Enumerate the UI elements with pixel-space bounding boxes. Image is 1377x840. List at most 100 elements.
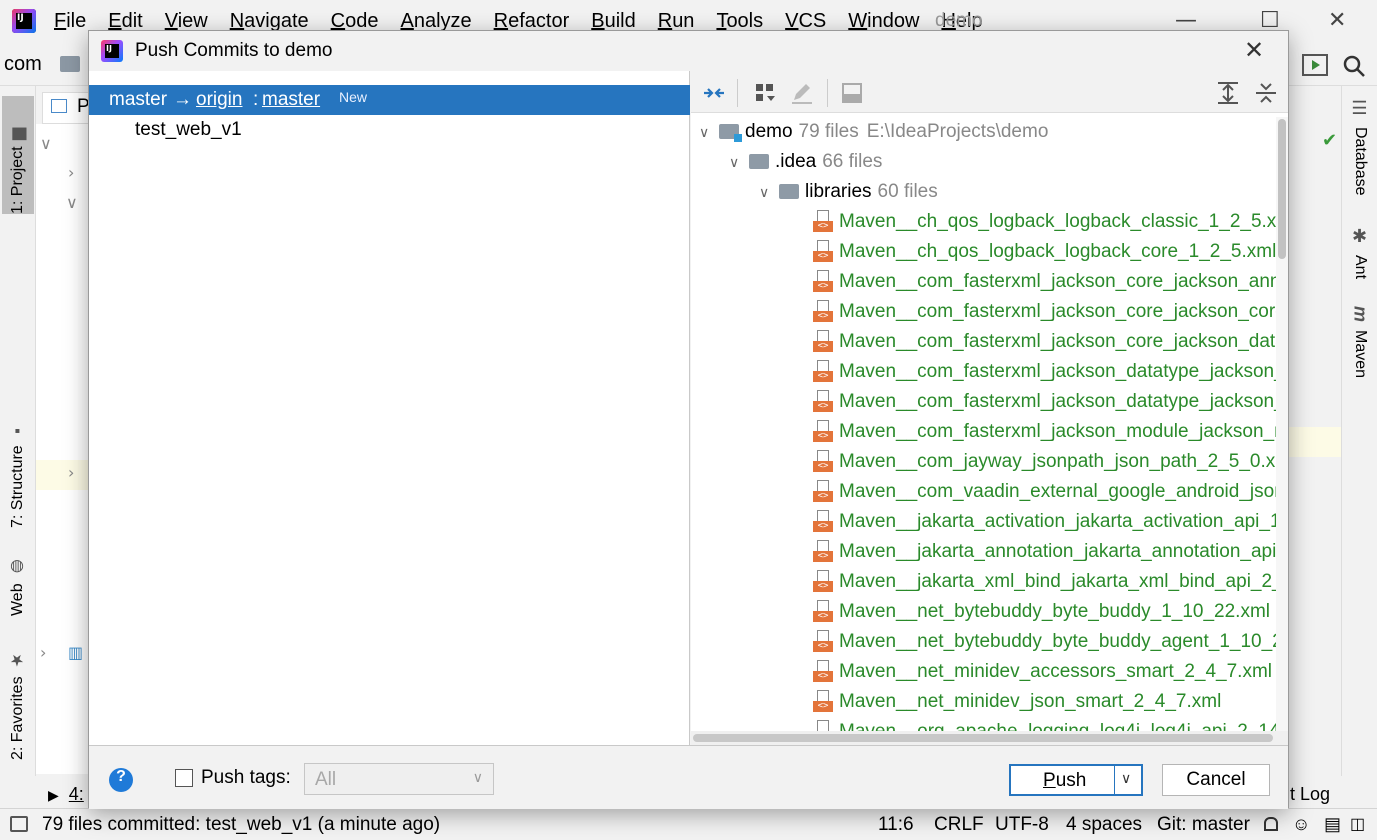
changed-file-row[interactable]: <> Maven__com_fasterxml_jackson_core_jack… bbox=[813, 297, 1276, 327]
changed-file-row[interactable]: <> Maven__com_fasterxml_jackson_datatype_… bbox=[813, 357, 1276, 387]
tab-favorites[interactable]: 2: Favorites ★ bbox=[2, 644, 34, 760]
help-button[interactable]: ? bbox=[109, 768, 133, 792]
chart-icon: ▥ bbox=[68, 643, 84, 662]
vertical-scrollbar[interactable] bbox=[1276, 117, 1288, 731]
commit-item[interactable]: test_web_v1 bbox=[135, 119, 242, 141]
horizontal-scrollbar[interactable] bbox=[691, 731, 1288, 745]
edit-source-icon[interactable] bbox=[789, 80, 815, 106]
menu-item-file[interactable]: File bbox=[54, 10, 86, 33]
collapse-all-icon[interactable] bbox=[1253, 80, 1279, 106]
event-log-tab[interactable]: t Log bbox=[1290, 784, 1330, 805]
changed-file-row[interactable]: <> Maven__com_vaadin_external_google_andr… bbox=[813, 477, 1276, 507]
file-name: Maven__net_bytebuddy_byte_buddy_agent_1_… bbox=[839, 631, 1276, 652]
tab-label: 2: Favorites bbox=[9, 676, 26, 760]
changed-file-row[interactable]: <> Maven__net_bytebuddy_byte_buddy_1_10_2… bbox=[813, 597, 1270, 627]
tab-structure[interactable]: 7: Structure ▪ bbox=[2, 410, 34, 528]
file-icon bbox=[51, 99, 67, 113]
tab-maven[interactable]: m Maven bbox=[1344, 306, 1376, 386]
xml-file-icon: <> bbox=[813, 570, 833, 592]
changed-file-row[interactable]: <> Maven__jakarta_activation_jakarta_acti… bbox=[813, 507, 1276, 537]
tab-ant[interactable]: ✱ Ant bbox=[1344, 226, 1376, 286]
panel-toggle-icon[interactable] bbox=[10, 816, 28, 832]
button-divider bbox=[1114, 766, 1115, 794]
files-toolbar bbox=[691, 71, 1288, 113]
breadcrumb[interactable]: com bbox=[4, 53, 42, 76]
preview-diff-icon[interactable] bbox=[839, 80, 865, 106]
changed-file-row[interactable]: <> Maven__jakarta_xml_bind_jakarta_xml_bi… bbox=[813, 567, 1276, 597]
bottom-tab[interactable]: ▶ 4: bbox=[48, 784, 84, 805]
changed-file-row[interactable]: <> Maven__ch_qos_logback_logback_classic_… bbox=[813, 207, 1276, 237]
changed-file-row[interactable]: <> Maven__com_jayway_jsonpath_json_path_2… bbox=[813, 447, 1276, 477]
changed-file-row[interactable]: <> Maven__com_fasterxml_jackson_core_jack… bbox=[813, 267, 1276, 297]
close-icon[interactable]: ✕ bbox=[1239, 35, 1269, 65]
editor-tab[interactable]: P bbox=[42, 92, 92, 124]
star-icon: ★ bbox=[9, 651, 27, 671]
tab-label: 7: Structure bbox=[9, 445, 26, 528]
module-folder-icon bbox=[719, 124, 742, 142]
tree-node-label: libraries bbox=[805, 181, 872, 202]
expand-all-icon[interactable] bbox=[1215, 80, 1241, 106]
xml-file-icon: <> bbox=[813, 720, 833, 731]
dialog-title-bar: Push Commits to demo ✕ bbox=[89, 31, 1288, 71]
push-tags-label[interactable]: Push tags: bbox=[201, 767, 291, 789]
xml-file-icon: <> bbox=[813, 480, 833, 502]
scrollbar-thumb[interactable] bbox=[693, 734, 1273, 742]
file-encoding[interactable]: UTF-8 bbox=[995, 814, 1049, 836]
file-name: Maven__com_jayway_jsonpath_json_path_2_5… bbox=[839, 451, 1276, 472]
lock-icon[interactable] bbox=[1264, 817, 1278, 831]
changed-file-row[interactable]: <> Maven__jakarta_annotation_jakarta_anno… bbox=[813, 537, 1276, 567]
cancel-button[interactable]: Cancel bbox=[1162, 764, 1270, 796]
remote-branch[interactable]: master bbox=[262, 89, 320, 111]
tab-database[interactable]: ☰ Database bbox=[1344, 98, 1376, 210]
xml-file-icon: <> bbox=[813, 510, 833, 532]
tree-root-demo[interactable]: ∨ demo 79 files E:\IdeaProjects\demo bbox=[699, 117, 1048, 147]
changed-file-row[interactable]: <> Maven__net_minidev_accessors_smart_2_4… bbox=[813, 657, 1272, 687]
xml-file-icon: <> bbox=[813, 270, 833, 292]
play-icon: ▶ bbox=[48, 787, 59, 803]
file-name: Maven__com_fasterxml_jackson_module_jack… bbox=[839, 421, 1276, 442]
line-separator[interactable]: CRLF bbox=[934, 814, 984, 836]
group-by-icon[interactable] bbox=[753, 80, 779, 106]
arrow-right-icon: → bbox=[173, 89, 192, 110]
push-tags-checkbox[interactable] bbox=[175, 769, 193, 787]
remote-name[interactable]: origin bbox=[196, 89, 242, 111]
inspector-icon[interactable]: ☺ bbox=[1292, 814, 1310, 835]
changed-file-row[interactable]: <> Maven__ch_qos_logback_logback_core_1_2… bbox=[813, 237, 1276, 267]
xml-file-icon: <> bbox=[813, 600, 833, 622]
ant-icon: ✱ bbox=[1350, 226, 1370, 247]
push-button[interactable]: Push ∨ bbox=[1009, 764, 1143, 796]
tree-node-idea[interactable]: ∨ .idea 66 files bbox=[729, 147, 882, 177]
memory-icon[interactable]: ▤ bbox=[1324, 814, 1341, 835]
tree-node-label: .idea bbox=[775, 151, 817, 172]
right-tool-strip: ☰ Database ✱ Ant m Maven bbox=[1341, 86, 1377, 776]
tab-project[interactable]: 1: Project ▆ bbox=[2, 96, 34, 214]
database-icon: ☰ bbox=[1350, 98, 1370, 119]
collapse-diff-icon[interactable] bbox=[701, 80, 727, 106]
tree-node-libraries[interactable]: ∨ libraries 60 files bbox=[759, 177, 938, 207]
search-icon[interactable] bbox=[1342, 54, 1368, 77]
file-name: Maven__com_fasterxml_jackson_datatype_ja… bbox=[839, 391, 1276, 412]
git-branch[interactable]: Git: master bbox=[1157, 814, 1250, 836]
notifications-icon[interactable]: ◫ bbox=[1350, 814, 1365, 834]
chevron-down-icon: ∨ bbox=[699, 124, 710, 140]
changed-file-row[interactable]: <> Maven__net_bytebuddy_byte_buddy_agent_… bbox=[813, 627, 1276, 657]
file-name: Maven__com_fasterxml_jackson_core_jackso… bbox=[839, 331, 1276, 352]
branch-push-row[interactable]: master → origin : master New bbox=[89, 85, 690, 115]
run-panel-icon[interactable] bbox=[1302, 54, 1328, 76]
chevron-down-icon: ∨ bbox=[40, 134, 52, 153]
changed-file-row[interactable]: <> Maven__com_fasterxml_jackson_module_ja… bbox=[813, 417, 1276, 447]
folder-icon bbox=[749, 154, 769, 169]
indent-setting[interactable]: 4 spaces bbox=[1066, 814, 1142, 836]
chevron-right-icon: › bbox=[40, 643, 47, 662]
chevron-down-icon[interactable]: ∨ bbox=[1121, 771, 1131, 787]
caret-position[interactable]: 11:6 bbox=[878, 814, 914, 836]
scrollbar-thumb[interactable] bbox=[1278, 119, 1286, 259]
changed-file-row[interactable]: <> Maven__org_apache_logging_log4j_log4j_… bbox=[813, 717, 1276, 731]
changed-file-row[interactable]: <> Maven__com_fasterxml_jackson_core_jack… bbox=[813, 327, 1276, 357]
window-close-icon[interactable]: ✕ bbox=[1328, 8, 1346, 33]
changed-file-row[interactable]: <> Maven__com_fasterxml_jackson_datatype_… bbox=[813, 387, 1276, 417]
tab-label: 1: Project bbox=[9, 146, 26, 214]
changed-file-row[interactable]: <> Maven__net_minidev_json_smart_2_4_7.xm… bbox=[813, 687, 1221, 717]
tab-web[interactable]: Web ◍ bbox=[2, 552, 34, 616]
push-tags-select[interactable]: All ∨ bbox=[304, 763, 494, 795]
